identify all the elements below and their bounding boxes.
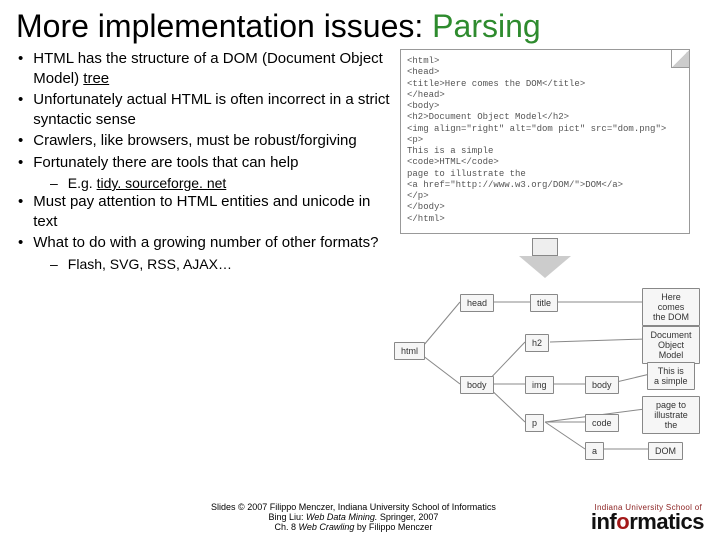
- tree-node: Document Object Model: [642, 326, 700, 364]
- tree-node: DOM: [648, 442, 683, 460]
- link-tidy[interactable]: tidy. sourceforge. net: [97, 175, 227, 191]
- diagram-panel: <html> <head> <title>Here comes the DOM<…: [390, 49, 700, 464]
- title-prefix: More implementation issues:: [16, 8, 432, 44]
- slide-footer: Slides © 2007 Filippo Menczer, Indiana U…: [0, 502, 720, 532]
- code-line: </p>: [407, 191, 681, 202]
- bullet-item: HTML has the structure of a DOM (Documen…: [10, 49, 390, 88]
- code-line: This is a simple: [407, 146, 681, 157]
- informatics-logo: Indiana University School of informatics: [591, 503, 704, 532]
- code-line: </head>: [407, 90, 681, 101]
- sub-bullet: E.g. tidy. sourceforge. net: [50, 174, 390, 192]
- tree-node: body: [585, 376, 619, 394]
- tree-node: h2: [525, 334, 549, 352]
- tree-node: page to illustrate the: [642, 396, 700, 434]
- sub-bullet: Flash, SVG, RSS, AJAX…: [50, 255, 390, 273]
- code-line: <a href="http://www.w3.org/DOM/">DOM</a>: [407, 180, 681, 191]
- tree-node: html: [394, 342, 425, 360]
- tree-node: img: [525, 376, 554, 394]
- arrow-down-icon: [515, 238, 575, 278]
- tree-node: Here comes the DOM: [642, 288, 700, 326]
- tree-node: code: [585, 414, 619, 432]
- code-line: <html>: [407, 56, 681, 67]
- tree-node: This is a simple: [647, 362, 695, 390]
- html-source-sheet: <html> <head> <title>Here comes the DOM<…: [400, 49, 690, 234]
- bullet-item: Must pay attention to HTML entities and …: [10, 192, 390, 231]
- code-line: page to illustrate the: [407, 169, 681, 180]
- code-line: <p>: [407, 135, 681, 146]
- dom-tree: html head title Here comes the DOM body …: [390, 284, 700, 464]
- tree-node: p: [525, 414, 544, 432]
- tree-node: body: [460, 376, 494, 394]
- bullet-item: Crawlers, like browsers, must be robust/…: [10, 131, 390, 151]
- bullet-item: Fortunately there are tools that can hel…: [10, 153, 390, 173]
- page-fold-icon: [671, 50, 689, 68]
- bullet-item: Unfortunately actual HTML is often incor…: [10, 90, 390, 129]
- content-row: HTML has the structure of a DOM (Documen…: [0, 49, 720, 464]
- tree-node: title: [530, 294, 558, 312]
- code-line: <img align="right" alt="dom pict" src="d…: [407, 124, 681, 135]
- title-highlight: Parsing: [432, 8, 541, 44]
- tree-node: head: [460, 294, 494, 312]
- code-line: <body>: [407, 101, 681, 112]
- code-line: <h2>Document Object Model</h2>: [407, 112, 681, 123]
- footer-credits: Slides © 2007 Filippo Menczer, Indiana U…: [116, 502, 591, 532]
- tree-node: a: [585, 442, 604, 460]
- code-line: </body>: [407, 202, 681, 213]
- code-line: </html>: [407, 214, 681, 225]
- code-line: <title>Here comes the DOM</title>: [407, 79, 681, 90]
- code-line: <code>HTML</code>: [407, 157, 681, 168]
- code-line: <head>: [407, 67, 681, 78]
- slide-title: More implementation issues: Parsing: [0, 0, 720, 49]
- bullet-item: What to do with a growing number of othe…: [10, 233, 390, 253]
- link-tree[interactable]: tree: [83, 70, 109, 87]
- bullet-list: HTML has the structure of a DOM (Documen…: [10, 49, 390, 464]
